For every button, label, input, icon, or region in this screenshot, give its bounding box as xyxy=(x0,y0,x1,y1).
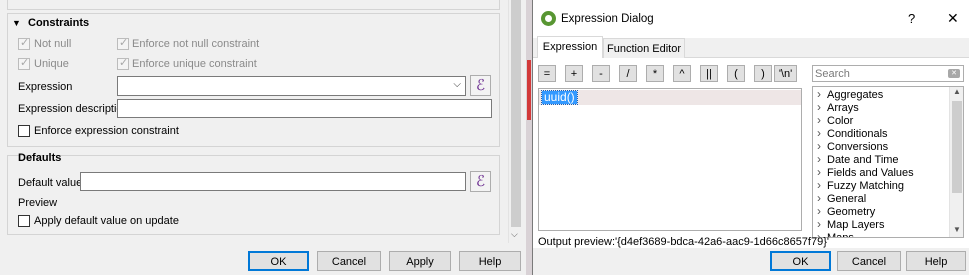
tab-expression[interactable]: Expression xyxy=(537,36,603,58)
function-group-label: Maps xyxy=(827,232,854,238)
unique-checkbox[interactable] xyxy=(18,56,30,70)
operator-multiply-button[interactable]: * xyxy=(646,65,664,82)
unique-label: Unique xyxy=(34,58,69,70)
chevron-down-icon[interactable]: ⌵ xyxy=(453,79,461,90)
function-group-label: Conditionals xyxy=(827,128,888,140)
scrollbar-thumb[interactable] xyxy=(511,0,521,227)
function-group-item[interactable]: › Arrays xyxy=(817,101,947,115)
operator-newline-button[interactable]: '\n' xyxy=(774,65,797,82)
function-group-item[interactable]: › Color xyxy=(817,114,947,128)
qgis-logo-icon xyxy=(541,11,556,26)
expression-description-label: Expression description xyxy=(18,103,129,115)
enforce-unique-label: Enforce unique constraint xyxy=(132,58,257,70)
epsilon-icon: ℰ xyxy=(475,172,486,190)
enforce-unique-checkbox[interactable] xyxy=(117,56,129,70)
collapse-arrow-icon[interactable]: ▼ xyxy=(12,16,24,30)
scrollbar-thumb[interactable] xyxy=(952,101,962,193)
output-preview-value: '{d4ef3689-bdca-42a6-aac9-1d66c8657f79}' xyxy=(615,236,829,248)
not-null-checkbox[interactable] xyxy=(18,36,30,50)
cancel-button[interactable]: Cancel xyxy=(837,251,901,271)
enforce-expression-label: Enforce expression constraint xyxy=(34,125,179,137)
operator-plus-button[interactable]: + xyxy=(565,65,583,82)
operator-minus-button[interactable]: - xyxy=(592,65,610,82)
function-group-item[interactable]: › Conversions xyxy=(817,140,947,154)
title-bar: Expression Dialog ? ✕ xyxy=(533,0,969,38)
ok-button[interactable]: OK xyxy=(248,251,309,271)
ok-button[interactable]: OK xyxy=(770,251,831,271)
not-null-label: Not null xyxy=(34,38,72,50)
function-group-label: Fields and Values xyxy=(827,167,914,179)
function-group-label: Geometry xyxy=(827,206,876,218)
map-feature xyxy=(527,60,531,120)
operator-equals-button[interactable]: = xyxy=(538,65,556,82)
function-group-item[interactable]: › Map Layers xyxy=(817,218,947,232)
function-search-input[interactable]: Search ✕ xyxy=(812,65,964,82)
function-group-item[interactable]: › Date and Time xyxy=(817,153,947,167)
function-group-label: Map Layers xyxy=(827,219,885,231)
operator-open-paren-button[interactable]: ( xyxy=(727,65,745,82)
function-group-label: Color xyxy=(827,115,854,127)
preview-label: Preview xyxy=(18,197,58,209)
expression-dialog: Expression Dialog ? ✕ Expression Functio… xyxy=(532,0,969,275)
function-group-item[interactable]: › Fuzzy Matching xyxy=(817,179,947,193)
output-preview-label: Output preview: xyxy=(538,236,616,248)
function-group-item[interactable]: › Geometry xyxy=(817,205,947,219)
constraints-title: Constraints xyxy=(28,17,90,29)
default-value-input[interactable] xyxy=(80,172,466,191)
expression-editor[interactable]: uuid() xyxy=(538,88,802,231)
function-group-label: Aggregates xyxy=(827,89,884,101)
previous-group-frame xyxy=(7,0,500,10)
function-group-label: General xyxy=(827,193,867,205)
function-group-label: Conversions xyxy=(827,141,889,153)
help-button[interactable]: Help xyxy=(906,251,966,271)
properties-scrollbar[interactable]: ⌵ xyxy=(508,0,523,243)
operator-divide-button[interactable]: / xyxy=(619,65,637,82)
expression-description-input[interactable] xyxy=(117,99,492,118)
enforce-expression-checkbox[interactable] xyxy=(18,125,30,137)
operator-close-paren-button[interactable]: ) xyxy=(754,65,772,82)
defaults-title: Defaults xyxy=(18,152,62,164)
tab-function-editor[interactable]: Function Editor xyxy=(603,38,685,58)
apply-button[interactable]: Apply xyxy=(389,251,451,271)
cancel-button[interactable]: Cancel xyxy=(317,251,381,271)
current-line-highlight xyxy=(539,90,801,105)
editor-text: uuid() xyxy=(541,90,578,105)
close-icon[interactable]: ✕ xyxy=(947,10,959,27)
function-tree-items: › Aggregates › Arrays › Color › Conditionals › Co… xyxy=(817,88,947,238)
function-group-item[interactable]: › Maps xyxy=(817,231,947,238)
function-group-item[interactable]: › General xyxy=(817,192,947,206)
expression-builder-button[interactable]: ℰ xyxy=(470,75,491,96)
function-group-item[interactable]: › Aggregates xyxy=(817,88,947,102)
function-tree-scrollbar[interactable]: ▲ ▼ xyxy=(949,87,963,237)
apply-default-on-update-label: Apply default value on update xyxy=(34,215,179,227)
help-button[interactable]: Help xyxy=(459,251,521,271)
scroll-down-arrow-icon[interactable]: ▼ xyxy=(953,225,961,234)
expression-input[interactable]: ⌵ xyxy=(117,76,466,96)
scroll-up-arrow-icon[interactable]: ▲ xyxy=(953,87,961,96)
apply-default-on-update-checkbox[interactable] xyxy=(18,215,30,227)
clear-search-icon[interactable]: ✕ xyxy=(948,69,960,78)
operator-power-button[interactable]: ^ xyxy=(673,65,691,82)
enforce-not-null-checkbox[interactable] xyxy=(117,36,129,50)
default-value-expression-button[interactable]: ℰ xyxy=(470,171,491,192)
enforce-not-null-label: Enforce not null constraint xyxy=(132,38,260,50)
function-group-label: Arrays xyxy=(827,102,859,114)
scroll-down-arrow-icon[interactable]: ⌵ xyxy=(511,229,518,240)
expression-label: Expression xyxy=(18,81,73,93)
function-tree[interactable]: › Aggregates › Arrays › Color › Conditionals › Co… xyxy=(812,86,964,238)
search-placeholder: Search xyxy=(815,68,850,80)
function-group-label: Fuzzy Matching xyxy=(827,180,905,192)
function-group-item[interactable]: › Fields and Values xyxy=(817,166,947,180)
operator-concat-button[interactable]: || xyxy=(700,65,718,82)
window-title: Expression Dialog xyxy=(561,13,654,25)
epsilon-icon: ℰ xyxy=(475,76,486,94)
function-group-label: Date and Time xyxy=(827,154,899,166)
field-properties-dialog: ▼ Constraints Not null Enforce not null … xyxy=(0,0,526,275)
help-icon[interactable]: ? xyxy=(908,11,915,26)
default-value-label: Default value xyxy=(18,177,83,189)
function-group-item[interactable]: › Conditionals xyxy=(817,127,947,141)
